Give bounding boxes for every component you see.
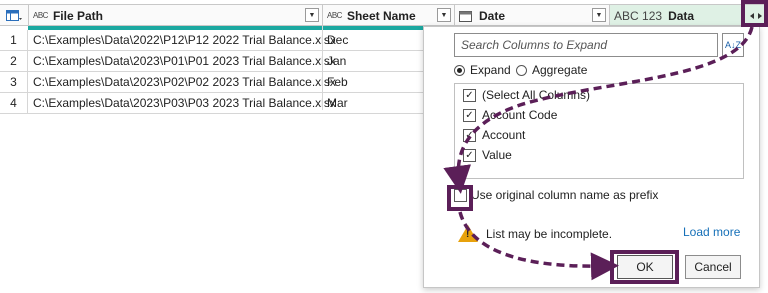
- warning-icon: !: [458, 225, 478, 242]
- checkbox-checked-icon[interactable]: ✓: [463, 128, 476, 142]
- aggregate-radio[interactable]: Aggregate: [516, 63, 587, 77]
- table-row: 3 C:\Examples\Data\2023\P02\P02 2023 Tri…: [0, 72, 440, 93]
- expand-columns-panel: Search Columns to Expand A↓Z Expand Aggr…: [423, 26, 760, 288]
- text-type-icon: ABC: [33, 11, 48, 20]
- calendar-icon: [459, 10, 472, 22]
- incomplete-warning: ! List may be incomplete.: [458, 225, 612, 242]
- table-icon: [6, 9, 22, 21]
- table-menu-button[interactable]: [0, 5, 29, 26]
- list-item-label: Account Code: [482, 108, 558, 122]
- column-header-label: Sheet Name: [346, 8, 416, 23]
- file-path-cell[interactable]: C:\Examples\Data\2023\P01\P01 2023 Trial…: [33, 51, 336, 72]
- prefix-label: Use original column name as prefix: [471, 188, 659, 202]
- list-item[interactable]: ✓ Value: [463, 148, 512, 162]
- warning-text: List may be incomplete.: [486, 226, 613, 241]
- expand-button-highlight: [741, 0, 768, 27]
- file-path-cell[interactable]: C:\Examples\Data\2023\P03\P03 2023 Trial…: [33, 93, 336, 114]
- column-header-label: Date: [479, 8, 506, 23]
- sort-az-icon: A↓Z: [724, 40, 741, 50]
- checkbox-checked-icon[interactable]: ✓: [463, 148, 476, 162]
- column-divider: [322, 26, 323, 110]
- ok-button-highlight: [610, 250, 679, 284]
- prefix-option[interactable]: Use original column name as prefix: [454, 188, 658, 202]
- columns-list: ✓ (Select All Columns) ✓ Account Code ✓ …: [454, 83, 744, 179]
- column-header-sheet-name[interactable]: ABC Sheet Name ▼: [323, 5, 455, 26]
- list-item[interactable]: ✓ (Select All Columns): [463, 88, 590, 102]
- prefix-checkbox-highlight: [447, 185, 473, 211]
- expand-radio-label: Expand: [470, 63, 511, 77]
- text-type-icon: ABC: [327, 11, 342, 20]
- sheet-name-cell[interactable]: Mar: [327, 93, 348, 114]
- checkbox-checked-icon[interactable]: ✓: [463, 88, 476, 102]
- row-number: 2: [0, 51, 28, 72]
- file-path-cell[interactable]: C:\Examples\Data\2022\P12\P12 2022 Trial…: [33, 30, 336, 51]
- table-row: 2 C:\Examples\Data\2023\P01\P01 2023 Tri…: [0, 51, 440, 72]
- row-number: 3: [0, 72, 28, 93]
- row-number: 4: [0, 93, 28, 114]
- sheet-name-cell[interactable]: Feb: [327, 72, 348, 93]
- expand-radio[interactable]: Expand: [454, 63, 511, 77]
- file-path-cell[interactable]: C:\Examples\Data\2023\P02\P02 2023 Trial…: [33, 72, 336, 93]
- cancel-button[interactable]: Cancel: [685, 255, 741, 279]
- any-type-icon: ABC 123: [614, 8, 663, 23]
- list-item-label: Value: [482, 148, 512, 162]
- search-columns-input[interactable]: Search Columns to Expand: [454, 33, 718, 57]
- filter-dropdown-icon[interactable]: ▼: [592, 8, 606, 22]
- sheet-name-cell[interactable]: Jan: [327, 51, 346, 72]
- sort-button[interactable]: A↓Z: [722, 33, 744, 57]
- list-item-label: (Select All Columns): [482, 88, 591, 102]
- column-header-date[interactable]: Date ▼: [455, 5, 610, 26]
- table-row: 4 C:\Examples\Data\2023\P03\P03 2023 Tri…: [0, 93, 440, 114]
- list-item[interactable]: ✓ Account: [463, 128, 525, 142]
- filter-dropdown-icon[interactable]: ▼: [437, 8, 451, 22]
- aggregate-radio-label: Aggregate: [532, 63, 588, 77]
- column-header-file-path[interactable]: ABC File Path ▼: [29, 5, 323, 26]
- load-more-link[interactable]: Load more: [683, 225, 740, 239]
- table-row: 1 C:\Examples\Data\2022\P12\P12 2022 Tri…: [0, 30, 440, 51]
- sheet-name-cell[interactable]: Dec: [327, 30, 348, 51]
- list-item-label: Account: [482, 128, 526, 142]
- radio-selected-icon: [454, 64, 465, 76]
- list-item[interactable]: ✓ Account Code: [463, 108, 557, 122]
- filter-dropdown-icon[interactable]: ▼: [305, 8, 319, 22]
- radio-unselected-icon: [516, 64, 527, 76]
- row-number: 1: [0, 30, 28, 51]
- checkbox-checked-icon[interactable]: ✓: [463, 108, 476, 122]
- column-header-label: File Path: [52, 8, 103, 23]
- column-header-label: Data: [668, 8, 695, 23]
